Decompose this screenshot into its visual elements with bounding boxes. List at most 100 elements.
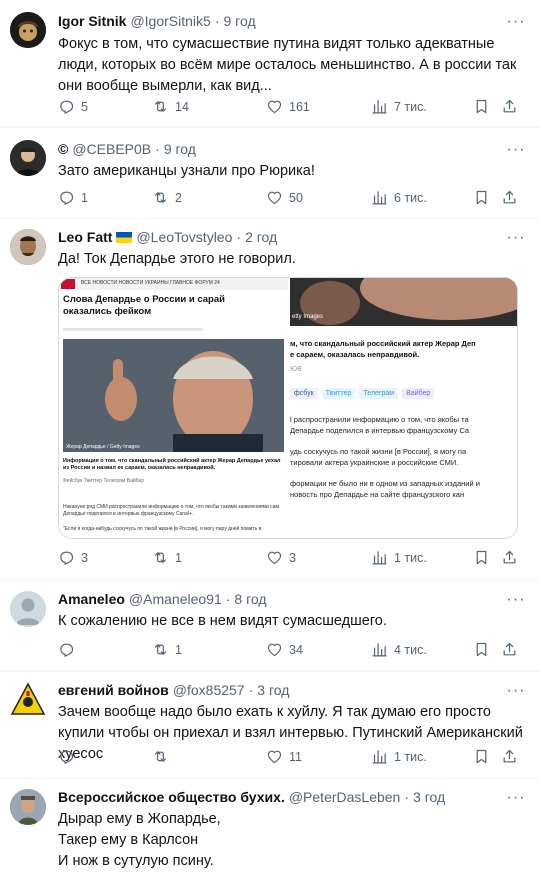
share-icon bbox=[501, 748, 518, 765]
tweet[interactable]: Leo Fatt @LeoTovstyleo · 2 год ··· Да! Т… bbox=[0, 219, 540, 581]
bookmark-button[interactable] bbox=[473, 189, 490, 206]
views-bar-chart-icon bbox=[371, 641, 388, 658]
author-handle[interactable]: @fox85257 bbox=[173, 682, 245, 698]
reply-button[interactable]: 3 bbox=[58, 549, 88, 566]
reply-button[interactable] bbox=[58, 641, 81, 658]
timestamp[interactable]: 3 год bbox=[257, 682, 289, 698]
tweet[interactable]: евгений войнов @fox85257 · 3 год ··· Зач… bbox=[0, 672, 540, 779]
separator-dot: · bbox=[236, 229, 242, 245]
share-icon bbox=[501, 641, 518, 658]
photo-caption: Жерар Депардье / Getty Images bbox=[66, 444, 140, 450]
heart-icon bbox=[266, 549, 283, 566]
like-button[interactable]: 11 bbox=[266, 748, 302, 765]
bookmark-button[interactable] bbox=[473, 748, 490, 765]
like-button[interactable]: 34 bbox=[266, 641, 303, 658]
author-name[interactable]: Igor Sitnik bbox=[58, 13, 126, 29]
reply-icon bbox=[58, 549, 75, 566]
share-button[interactable] bbox=[501, 189, 518, 206]
tweet[interactable]: Всероссийское общество бухих. @PeterDasL… bbox=[0, 779, 540, 871]
tweet-text: Дырар ему в Жопардье, Такер ему в Карлсо… bbox=[58, 809, 526, 872]
reply-button[interactable]: 5 bbox=[58, 98, 88, 115]
views-button[interactable]: 6 тис. bbox=[371, 189, 427, 206]
separator-dot: · bbox=[404, 789, 410, 805]
timestamp[interactable]: 9 год bbox=[164, 141, 196, 157]
more-dots-icon[interactable]: ··· bbox=[506, 142, 526, 161]
bookmark-button[interactable] bbox=[473, 549, 490, 566]
share-button[interactable] bbox=[501, 748, 518, 765]
media-image-right[interactable]: etty Images м, что скандальный российски… bbox=[290, 278, 517, 538]
author-handle[interactable]: @LeoTovstyleo bbox=[136, 229, 232, 245]
reply-button[interactable] bbox=[58, 748, 81, 765]
author-name[interactable]: евгений войнов bbox=[58, 682, 169, 698]
tweet-text: К сожалению не все в нем видят сумасшедш… bbox=[58, 613, 387, 629]
timestamp[interactable]: 9 год bbox=[223, 13, 255, 29]
tweet-header: Leo Fatt @LeoTovstyleo · 2 год bbox=[58, 229, 500, 245]
author-name[interactable]: Leo Fatt bbox=[58, 229, 112, 245]
views-button[interactable]: 7 тис. bbox=[371, 98, 427, 115]
reply-count: 1 bbox=[81, 190, 88, 205]
timestamp[interactable]: 3 год bbox=[413, 789, 445, 805]
avatar[interactable] bbox=[10, 591, 46, 627]
more-dots-icon[interactable]: ··· bbox=[506, 683, 526, 702]
retweet-button[interactable]: 2 bbox=[152, 189, 182, 206]
share-buttons: Фейсбук Твиттер Телеграм Вайбер bbox=[63, 478, 145, 484]
views-button[interactable]: 4 тис. bbox=[371, 641, 427, 658]
avatar[interactable] bbox=[10, 12, 46, 48]
retweet-button[interactable]: 14 bbox=[152, 98, 189, 115]
author-name[interactable]: Всероссийское общество бухих. bbox=[58, 789, 285, 805]
share-button[interactable] bbox=[501, 549, 518, 566]
author-handle[interactable]: @СЕВЕР0В bbox=[72, 141, 151, 157]
article-subheadline: м, что скандальный российский актер Жера… bbox=[290, 338, 476, 360]
bookmark-button[interactable] bbox=[473, 98, 490, 115]
tweet-media[interactable]: ВСЕ НОВОСТИ НОВОСТИ УКРАИНЫ ГЛАВНОЕ ФОРУ… bbox=[58, 277, 518, 539]
site-nav-bar: ВСЕ НОВОСТИ НОВОСТИ УКРАИНЫ ГЛАВНОЕ ФОРУ… bbox=[59, 278, 288, 290]
bookmark-icon bbox=[473, 98, 490, 115]
site-logo bbox=[61, 279, 75, 289]
more-dots-icon[interactable]: ··· bbox=[506, 230, 526, 249]
avatar[interactable] bbox=[10, 140, 46, 176]
like-button[interactable]: 161 bbox=[266, 98, 310, 115]
views-button[interactable]: 1 тис. bbox=[371, 549, 427, 566]
more-dots-icon[interactable]: ··· bbox=[506, 790, 526, 809]
tweet[interactable]: Amaneleo @Amaneleo91 · 8 год ··· К сожал… bbox=[0, 581, 540, 672]
text-line: е сараем, оказалась неправдивой. bbox=[290, 350, 420, 359]
retweet-count: 1 bbox=[175, 642, 182, 657]
views-count: 1 тис. bbox=[394, 550, 427, 565]
ukraine-flag-icon bbox=[116, 231, 133, 243]
retweet-icon bbox=[152, 189, 169, 206]
author-handle[interactable]: @IgorSitnik5 bbox=[130, 13, 210, 29]
retweet-button[interactable]: 1 bbox=[152, 641, 182, 658]
timestamp[interactable]: 8 год bbox=[234, 591, 266, 607]
author-handle[interactable]: @Amaneleo91 bbox=[129, 591, 222, 607]
bookmark-icon bbox=[473, 748, 490, 765]
like-count: 11 bbox=[289, 749, 302, 764]
avatar[interactable] bbox=[10, 789, 46, 825]
timestamp[interactable]: 2 год bbox=[245, 229, 277, 245]
tweet[interactable]: © @СЕВЕР0В · 9 год ··· Зато американцы у… bbox=[0, 128, 540, 219]
tweet[interactable]: Igor Sitnik @IgorSitnik5 · 9 год ··· Фок… bbox=[0, 0, 540, 128]
article-photo: Жерар Депардье / Getty Images bbox=[63, 339, 284, 452]
text-line: новость про Депардье на сайте французско… bbox=[290, 490, 465, 499]
more-dots-icon[interactable]: ··· bbox=[506, 592, 526, 611]
tweet-header: © @СЕВЕР0В · 9 год bbox=[58, 141, 500, 157]
like-button[interactable]: 50 bbox=[266, 189, 303, 206]
share-button[interactable] bbox=[501, 641, 518, 658]
avatar[interactable] bbox=[10, 229, 46, 265]
like-button[interactable]: 3 bbox=[266, 549, 296, 566]
views-button[interactable]: 1 тис. bbox=[371, 748, 427, 765]
tweet-actions: 11 1 тис. bbox=[58, 748, 526, 768]
media-image-left[interactable]: ВСЕ НОВОСТИ НОВОСТИ УКРАИНЫ ГЛАВНОЕ ФОРУ… bbox=[59, 278, 290, 538]
author-handle[interactable]: @PeterDasLeben bbox=[289, 789, 401, 805]
share-icon bbox=[501, 98, 518, 115]
separator-dot: · bbox=[155, 141, 160, 157]
share-button[interactable] bbox=[501, 98, 518, 115]
retweet-button[interactable]: 1 bbox=[152, 549, 182, 566]
author-name[interactable]: © bbox=[58, 141, 68, 157]
retweet-button[interactable] bbox=[152, 748, 175, 765]
reply-button[interactable]: 1 bbox=[58, 189, 88, 206]
avatar[interactable] bbox=[10, 682, 46, 718]
author-name[interactable]: Amaneleo bbox=[58, 591, 125, 607]
bookmark-button[interactable] bbox=[473, 641, 490, 658]
more-dots-icon[interactable]: ··· bbox=[506, 14, 526, 33]
